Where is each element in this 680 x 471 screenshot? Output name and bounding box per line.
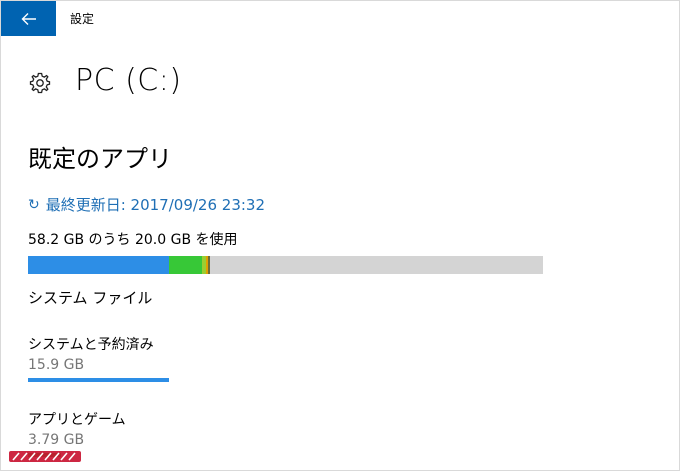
storage-usage-bar [28,256,543,274]
page-title: PC (C:) [75,63,182,98]
window-title: 設定 [70,12,95,26]
refresh-link[interactable]: ↻ 最終更新日: 2017/09/26 23:32 [28,194,265,215]
gear-icon [29,72,51,94]
usage-summary: 58.2 GB のうち 20.0 GB を使用 [28,232,238,248]
item-apps-games-size: 3.79 GB [28,432,85,448]
back-button[interactable] [1,1,56,36]
item-apps-games-label[interactable]: アプリとゲーム [28,409,126,429]
category-system-files: システム ファイル [28,289,153,307]
item-system-reserved-bar [28,378,169,382]
usage-segment-system [28,256,169,274]
last-updated-text: 最終更新日: 2017/09/26 23:32 [45,196,266,214]
item-system-reserved-size: 15.9 GB [28,357,85,373]
usage-segment-apps [169,256,202,274]
item-system-reserved-label[interactable]: システムと予約済み [28,334,154,354]
usage-segment-other-3 [208,256,210,274]
refresh-icon: ↻ [28,196,40,213]
section-heading: 既定のアプリ [28,145,172,173]
watermark-logo [9,451,81,462]
back-arrow-icon [21,12,36,25]
